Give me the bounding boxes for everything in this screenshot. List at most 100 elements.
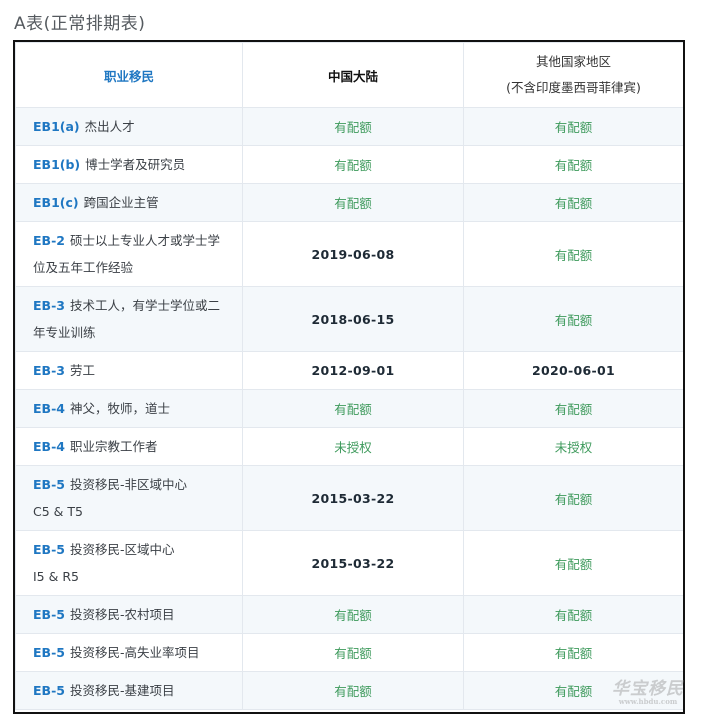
table-row: EB-3 技术工人，有学士学位或二年专业训练 2018-06-15 有配额 [15, 286, 683, 352]
category-desc: 投资移民-区域中心 [69, 542, 175, 557]
table-body: EB1(a) 杰出人才 有配额 有配额 EB1(b) 博士学者及研究员 有配额 有配额 EB1(… [15, 107, 683, 710]
category-cell: EB1(b) 博士学者及研究员 [15, 145, 243, 184]
other-countries-value: 有配额 [554, 608, 593, 623]
watermark-logo: 华宝移民 www.hbdu.com [612, 674, 684, 706]
other-countries-value: 有配额 [554, 312, 593, 328]
china-cell: 2018-06-15 [242, 286, 464, 352]
other-countries-value: 有配额 [554, 491, 593, 507]
table-row: EB-3 劳工 2012-09-01 2020-06-01 [15, 351, 683, 390]
table-row: EB1(b) 博士学者及研究员 有配额 有配额 [15, 145, 683, 184]
other-countries-value: 有配额 [554, 646, 593, 661]
category-desc: 劳工 [69, 363, 95, 378]
table-row: EB-5 投资移民-农村项目 有配额 有配额 [15, 595, 683, 634]
category-code: EB1(b) [33, 157, 81, 172]
category-cell: EB-4 职业宗教工作者 [15, 427, 243, 466]
other-countries-cell: 有配额 [463, 221, 683, 287]
category-code: EB-5 [33, 645, 65, 660]
category-desc: 投资移民-非区域中心 [69, 477, 187, 492]
china-cell: 2015-03-22 [242, 530, 464, 596]
category-desc: 投资移民-农村项目 [69, 607, 175, 622]
table-row: EB-4 职业宗教工作者 未授权 未授权 [15, 427, 683, 466]
category-cell: EB-5 投资移民-非区域中心 C5 & T5 [15, 465, 243, 531]
table-row: EB-2 硕士以上专业人才或学士学位及五年工作经验 2019-06-08 有配额 [15, 221, 683, 287]
table-row: EB1(a) 杰出人才 有配额 有配额 [15, 107, 683, 146]
category-cell: EB-5 投资移民-高失业率项目 [15, 633, 243, 672]
china-cell: 有配额 [242, 107, 464, 146]
header-category: 职业移民 [15, 42, 243, 108]
header-other-line1: 其他国家地区 [535, 54, 611, 69]
china-cell: 有配额 [242, 389, 464, 428]
category-cell: EB-5 投资移民-农村项目 [15, 595, 243, 634]
category-cell: EB1(c) 跨国企业主管 [15, 183, 243, 222]
category-desc: 职业宗教工作者 [69, 439, 158, 454]
category-code: EB-3 [33, 298, 65, 313]
category-code: EB-5 [33, 683, 65, 698]
category-desc: 投资移民-高失业率项目 [69, 645, 200, 660]
china-value: 有配额 [334, 608, 372, 623]
category-cell: EB-5 投资移民-基建项目 [15, 671, 243, 710]
category-desc: 神父，牧师，道士 [69, 401, 170, 416]
visa-bulletin-table: 职业移民 中国大陆 其他国家地区 (不含印度墨西哥菲律宾) EB1(a) 杰出人才… [15, 42, 683, 710]
other-countries-value: 有配额 [554, 556, 593, 572]
page-title: A表(正常排期表) [14, 14, 146, 34]
other-countries-cell: 有配额 [463, 107, 683, 146]
other-countries-cell: 2020-06-01 [463, 351, 683, 390]
other-countries-cell: 有配额 [463, 145, 683, 184]
category-code: EB-2 [33, 233, 65, 248]
category-desc: 博士学者及研究员 [85, 157, 186, 172]
china-value: 有配额 [334, 646, 372, 661]
china-value: 2015-03-22 [311, 555, 395, 571]
category-cell: EB-5 投资移民-区域中心 I5 & R5 [15, 530, 243, 596]
china-cell: 有配额 [242, 183, 464, 222]
category-cell: EB-3 劳工 [15, 351, 243, 390]
category-cell: EB-3 技术工人，有学士学位或二年专业训练 [15, 286, 243, 352]
category-desc: 投资移民-基建项目 [69, 683, 175, 698]
other-countries-value: 有配额 [554, 196, 593, 211]
table-row: EB-4 神父，牧师，道士 有配额 有配额 [15, 389, 683, 428]
china-value: 有配额 [334, 684, 372, 699]
china-value: 2019-06-08 [311, 246, 395, 262]
table-row: EB1(c) 跨国企业主管 有配额 有配额 [15, 183, 683, 222]
other-countries-cell: 有配额 [463, 389, 683, 428]
china-value: 未授权 [334, 440, 372, 455]
other-countries-value: 未授权 [554, 440, 593, 455]
watermark-url: www.hbdu.com [618, 697, 678, 706]
other-countries-value: 有配额 [554, 402, 593, 417]
category-code: EB-4 [33, 439, 65, 454]
china-value: 2018-06-15 [311, 311, 395, 327]
table-header-row: 职业移民 中国大陆 其他国家地区 (不含印度墨西哥菲律宾) [15, 42, 683, 108]
china-cell: 有配额 [242, 145, 464, 184]
category-code: EB1(a) [33, 119, 80, 134]
category-desc: 杰出人才 [84, 119, 135, 134]
china-cell: 有配额 [242, 671, 464, 710]
china-cell: 2012-09-01 [242, 351, 464, 390]
other-countries-value: 有配额 [554, 158, 593, 173]
china-cell: 2015-03-22 [242, 465, 464, 531]
category-code: EB-3 [33, 363, 65, 378]
table-row: EB-5 投资移民-非区域中心 C5 & T5 2015-03-22 有配额 [15, 465, 683, 531]
china-value: 有配额 [334, 402, 372, 417]
other-countries-value: 有配额 [554, 120, 593, 135]
other-countries-cell: 有配额 [463, 530, 683, 596]
china-cell: 有配额 [242, 633, 464, 672]
other-countries-cell: 有配额 [463, 465, 683, 531]
category-code: EB-5 [33, 607, 65, 622]
china-value: 2015-03-22 [311, 490, 395, 506]
visa-bulletin-table-frame: 职业移民 中国大陆 其他国家地区 (不含印度墨西哥菲律宾) EB1(a) 杰出人才… [13, 40, 685, 714]
category-subcode: C5 & T5 [33, 504, 83, 519]
other-countries-value: 有配额 [554, 684, 593, 699]
table-row: EB-5 投资移民-高失业率项目 有配额 有配额 [15, 633, 683, 672]
category-code: EB1(c) [33, 195, 79, 210]
category-subcode: I5 & R5 [33, 569, 79, 584]
category-desc: 跨国企业主管 [83, 195, 159, 210]
other-countries-cell: 未授权 [463, 427, 683, 466]
table-row: EB-5 投资移民-基建项目 有配额 有配额 [15, 671, 683, 710]
header-china: 中国大陆 [242, 42, 464, 108]
category-code: EB-5 [33, 542, 65, 557]
category-cell: EB-4 神父，牧师，道士 [15, 389, 243, 428]
china-cell: 未授权 [242, 427, 464, 466]
header-other-countries: 其他国家地区 (不含印度墨西哥菲律宾) [463, 42, 683, 108]
other-countries-cell: 有配额 [463, 633, 683, 672]
other-countries-cell: 有配额 [463, 595, 683, 634]
header-other-line2: (不含印度墨西哥菲律宾) [506, 80, 641, 95]
